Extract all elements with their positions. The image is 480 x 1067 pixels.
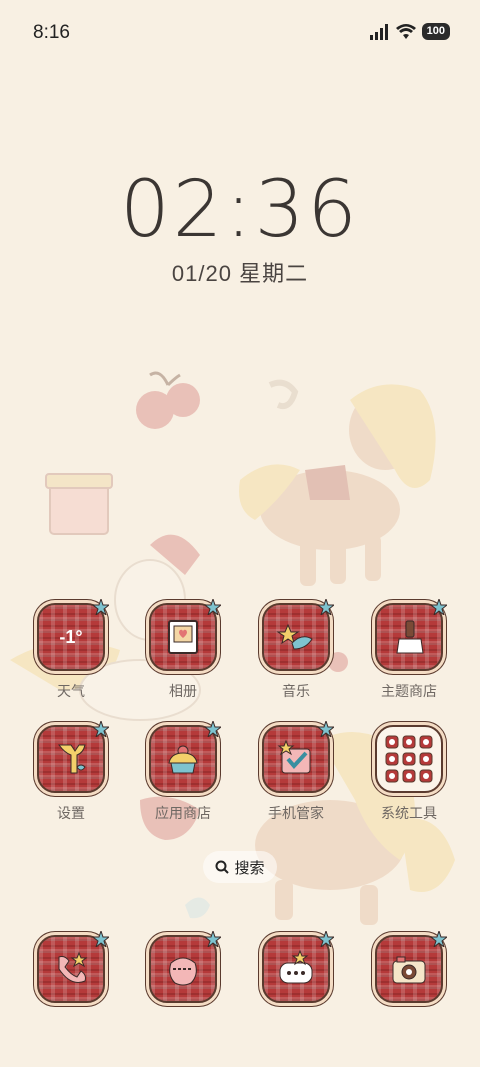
app-app-store[interactable]: 应用商店 — [133, 721, 233, 823]
weather-icon: -1° — [37, 599, 109, 671]
shield-check-icon — [262, 721, 334, 793]
paint-brush-icon — [375, 599, 447, 671]
star-icon — [93, 931, 109, 947]
app-system-tools-folder[interactable]: 系统工具 — [359, 725, 459, 823]
search-label: 搜索 — [234, 859, 265, 877]
app-label: 主题商店 — [381, 683, 437, 699]
star-icon — [93, 599, 109, 615]
search-icon — [215, 860, 230, 874]
app-phone-manager[interactable]: 手机管家 — [246, 721, 346, 823]
app-label: 天气 — [57, 683, 85, 699]
photo-frame-icon — [149, 599, 221, 671]
wifi-icon — [395, 23, 416, 39]
search-button[interactable]: 搜索 — [203, 851, 277, 883]
app-label: 音乐 — [282, 683, 310, 699]
star-icon — [318, 931, 334, 947]
star-icon — [205, 721, 221, 737]
apple-icon — [149, 931, 221, 1003]
grid-folder-icon — [375, 725, 443, 793]
message-icon — [262, 931, 334, 1003]
star-icon — [431, 599, 447, 615]
star-icon — [205, 931, 221, 947]
phone-icon — [37, 931, 109, 1003]
star-icon — [205, 599, 221, 615]
status-icons: 100 — [369, 23, 450, 40]
clock-date[interactable]: 01/20 星期二 — [0, 256, 480, 288]
signal-icon — [369, 23, 388, 40]
app-music[interactable]: 音乐 — [246, 599, 346, 701]
wallpaper-illustration — [10, 371, 455, 925]
app-label: 设置 — [57, 805, 85, 821]
app-gallery[interactable]: 相册 — [133, 599, 233, 701]
camera-icon — [375, 931, 447, 1003]
dock-camera[interactable] — [359, 931, 459, 1003]
wrench-icon — [37, 721, 109, 793]
app-settings[interactable]: 设置 — [21, 721, 121, 823]
app-label: 相册 — [169, 683, 197, 699]
star-icon — [318, 721, 334, 737]
app-label: 系统工具 — [381, 805, 437, 821]
app-label: 应用商店 — [155, 805, 211, 821]
star-icon — [93, 721, 109, 737]
music-fish-icon — [262, 599, 334, 671]
battery-indicator: 100 — [421, 23, 450, 40]
star-icon — [431, 931, 447, 947]
dock-browser[interactable] — [133, 931, 233, 1003]
cupcake-icon — [149, 721, 221, 793]
star-icon — [318, 599, 334, 615]
status-time: 8:16 — [33, 22, 70, 43]
app-label: 手机管家 — [268, 805, 324, 821]
dock-messages[interactable] — [246, 931, 346, 1003]
clock-time[interactable]: 02:36 — [0, 165, 480, 255]
dock-phone[interactable] — [21, 931, 121, 1003]
weather-temperature: -1° — [59, 626, 83, 647]
app-weather[interactable]: -1° 天气 — [21, 599, 121, 701]
app-theme-store[interactable]: 主题商店 — [359, 599, 459, 701]
status-bar: 8:16 100 — [0, 0, 480, 66]
